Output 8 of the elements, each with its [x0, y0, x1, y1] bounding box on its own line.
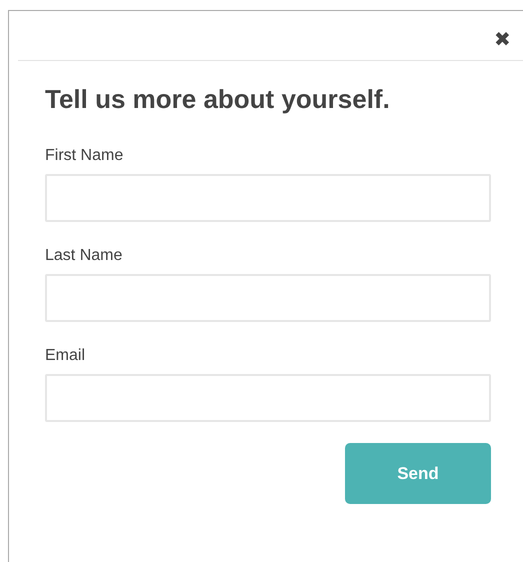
close-button[interactable]: ✖: [494, 30, 511, 50]
input-field[interactable]: [45, 174, 491, 222]
input-field[interactable]: [45, 274, 491, 322]
input-field[interactable]: [45, 374, 491, 422]
form-title: Tell us more about yourself.: [45, 83, 391, 115]
field-label: Email: [45, 347, 86, 365]
field-label: Last Name: [45, 247, 124, 265]
field-label: First Name: [45, 147, 124, 165]
